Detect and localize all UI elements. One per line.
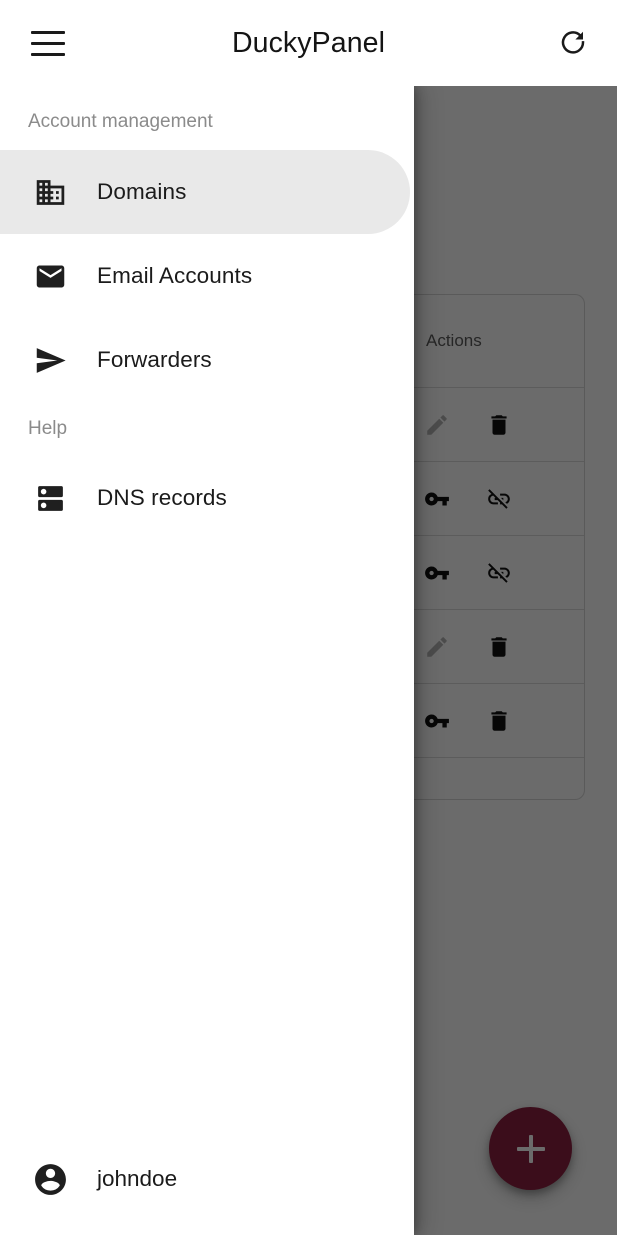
menu-bar xyxy=(31,52,65,56)
sidebar-item-label: Email Accounts xyxy=(97,263,253,288)
sidebar-item-label: Forwarders xyxy=(97,347,212,372)
menu-bar xyxy=(31,30,65,34)
app-root: Domains added to your account. Here you … xyxy=(0,0,617,1235)
sidebar-item-domains[interactable]: Domains xyxy=(0,150,410,234)
page-title: DuckyPanel xyxy=(231,27,386,59)
refresh-icon[interactable] xyxy=(555,25,591,61)
navigation-drawer: Account management Domains Email Account… xyxy=(0,86,414,1235)
sidebar-item-label: DNS records xyxy=(97,485,227,510)
domain-icon xyxy=(30,172,70,212)
top-toolbar: DuckyPanel xyxy=(0,0,617,86)
account-circle-icon xyxy=(30,1159,70,1199)
sidebar-item-label: Domains xyxy=(97,179,187,204)
drawer-scroll-area: Account management Domains Email Account… xyxy=(0,86,414,1123)
username-label: johndoe xyxy=(97,1166,178,1191)
sidebar-item-email-accounts[interactable]: Email Accounts xyxy=(0,234,410,318)
nav-subheader-help: Help xyxy=(28,418,68,439)
nav-subheader-account-management: Account management xyxy=(28,111,213,132)
menu-bar xyxy=(31,41,65,45)
email-icon xyxy=(30,256,70,296)
hamburger-menu-icon[interactable] xyxy=(28,26,80,60)
dns-icon xyxy=(30,478,70,518)
drawer-user-footer[interactable]: johndoe xyxy=(0,1123,414,1235)
send-icon xyxy=(30,340,70,380)
sidebar-item-forwarders[interactable]: Forwarders xyxy=(0,318,410,402)
sidebar-item-dns-records[interactable]: DNS records xyxy=(0,456,410,540)
